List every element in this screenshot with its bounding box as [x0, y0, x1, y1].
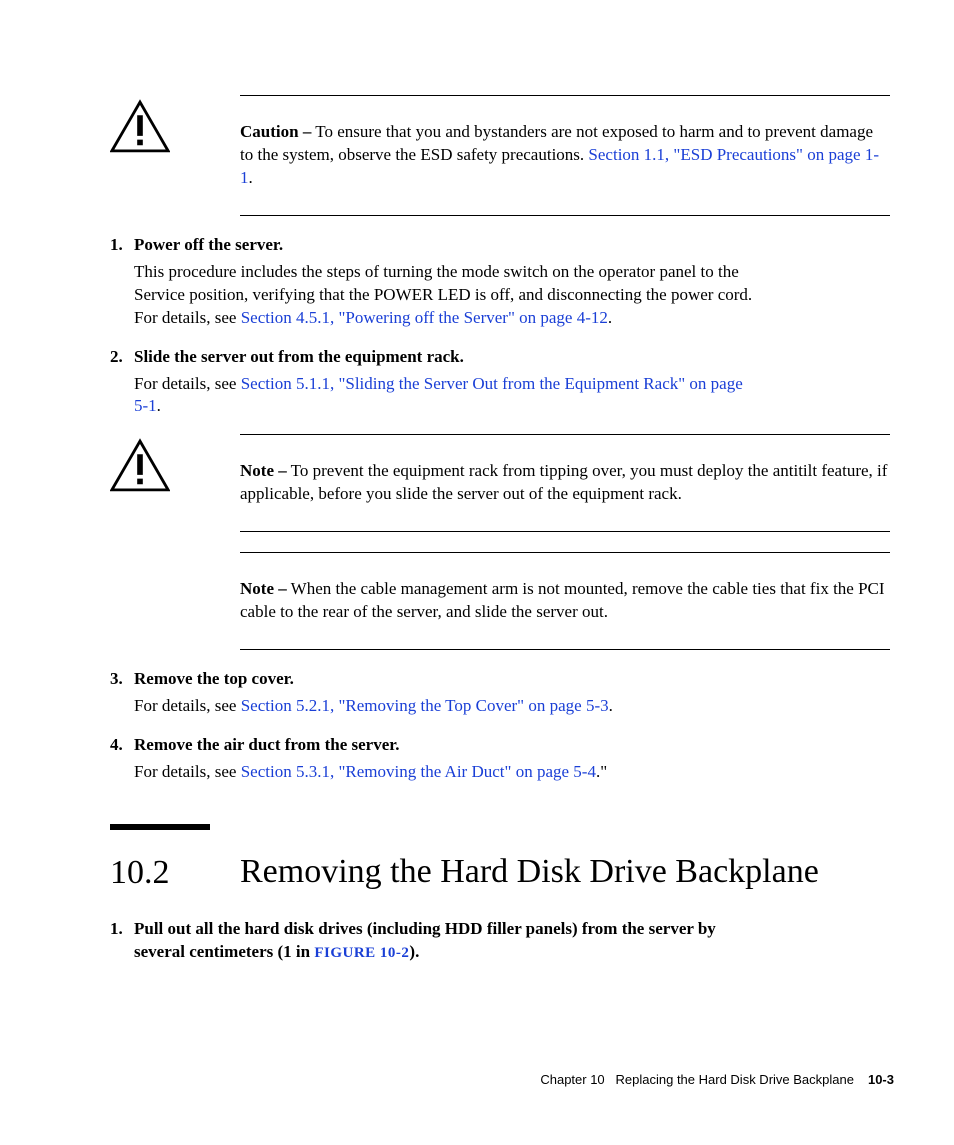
- step-title: Remove the air duct from the server.: [134, 734, 399, 757]
- step-item: 4. Remove the air duct from the server. …: [110, 734, 760, 784]
- note-text: Note – To prevent the equipment rack fro…: [240, 460, 890, 506]
- warning-icon: [110, 438, 170, 498]
- step-body: For details, see Section 5.1.1, "Sliding…: [134, 373, 760, 419]
- step-title: Remove the top cover.: [134, 668, 294, 691]
- note-block: Note – To prevent the equipment rack fro…: [240, 434, 890, 532]
- step-number: 1.: [110, 234, 134, 257]
- step-item: 3. Remove the top cover. For details, se…: [110, 668, 760, 718]
- note-label: Note –: [240, 579, 287, 598]
- section-title: Removing the Hard Disk Drive Backplane: [240, 852, 819, 891]
- step-link[interactable]: Section 5.2.1, "Removing the Top Cover" …: [241, 696, 609, 715]
- page: Caution – To ensure that you and bystand…: [0, 0, 954, 1145]
- step-number: 4.: [110, 734, 134, 757]
- caution-block: Caution – To ensure that you and bystand…: [240, 95, 890, 216]
- step-item: 1. Pull out all the hard disk drives (in…: [110, 918, 760, 964]
- section-heading: 10.2 Removing the Hard Disk Drive Backpl…: [110, 852, 894, 892]
- footer-chapter: Chapter 10: [540, 1072, 604, 1087]
- step-number: 2.: [110, 346, 134, 369]
- footer-title: Replacing the Hard Disk Drive Backplane: [616, 1072, 854, 1087]
- note-body: To prevent the equipment rack from tippi…: [240, 461, 887, 503]
- step-link[interactable]: Section 4.5.1, "Powering off the Server"…: [241, 308, 608, 327]
- rule: [240, 531, 890, 532]
- caution-body-b: .: [249, 168, 253, 187]
- step-body: This procedure includes the steps of tur…: [134, 261, 760, 330]
- step-number: 1.: [110, 918, 134, 964]
- step-body: For details, see Section 5.3.1, "Removin…: [134, 761, 760, 784]
- step-title: Power off the server.: [134, 234, 283, 257]
- step-item: 1. Power off the server. This procedure …: [110, 234, 760, 330]
- note-text: Note – When the cable management arm is …: [240, 578, 890, 624]
- caution-label: Caution –: [240, 122, 311, 141]
- page-footer: Chapter 10 Replacing the Hard Disk Drive…: [540, 1072, 894, 1087]
- step-item: 2. Slide the server out from the equipme…: [110, 346, 760, 419]
- note-label: Note –: [240, 461, 287, 480]
- note-body: When the cable management arm is not mou…: [240, 579, 885, 621]
- step-title: Slide the server out from the equipment …: [134, 346, 464, 369]
- rule: [240, 649, 890, 650]
- step-number: 3.: [110, 668, 134, 691]
- section-rule: [110, 824, 210, 830]
- step-link[interactable]: Section 5.3.1, "Removing the Air Duct" o…: [241, 762, 596, 781]
- caution-text: Caution – To ensure that you and bystand…: [240, 121, 890, 190]
- step-list: 1. Power off the server. This procedure …: [110, 234, 760, 419]
- note-block: Note – When the cable management arm is …: [240, 552, 890, 650]
- warning-icon: [110, 99, 170, 159]
- section-number: 10.2: [110, 852, 240, 892]
- rule: [240, 215, 890, 216]
- figure-link[interactable]: FIGURE 10-2: [314, 945, 409, 961]
- step-title: Pull out all the hard disk drives (inclu…: [134, 918, 760, 964]
- step-list: 1. Pull out all the hard disk drives (in…: [110, 918, 760, 964]
- step-list: 3. Remove the top cover. For details, se…: [110, 668, 760, 784]
- footer-page: 10-3: [868, 1072, 894, 1087]
- step-body: For details, see Section 5.2.1, "Removin…: [134, 695, 760, 718]
